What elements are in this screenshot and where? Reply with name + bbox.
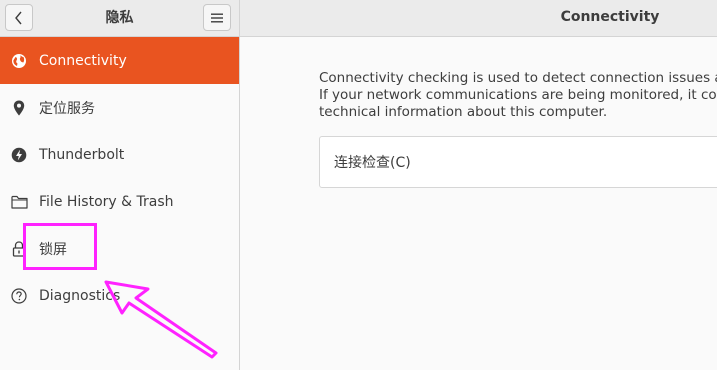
lock-icon [10,240,28,258]
thunderbolt-icon [10,146,28,164]
sidebar-item-label: Thunderbolt [39,146,125,163]
sidebar: Connectivity 定位服务 Thunderbolt File Histo… [0,37,239,370]
folder-icon [10,193,28,211]
sidebar-item-label: 定位服务 [39,100,95,117]
sidebar-header: 隐私 [0,0,239,37]
globe-icon [10,52,28,70]
hamburger-menu-icon [211,13,223,22]
sidebar-item-label: Diagnostics [39,287,121,304]
sidebar-item-label: Connectivity [39,52,127,69]
menu-button[interactable] [203,4,231,31]
chevron-left-icon [15,11,22,24]
question-circle-icon [10,287,28,305]
page-title: Connectivity [560,9,660,25]
description-line: If your network communications are being… [319,87,717,103]
connectivity-check-row[interactable]: 连接检查(C) [319,136,717,188]
connectivity-panel: Connectivity checking is used to detect … [240,37,717,370]
settings-window: 隐私 Connectivity Connectivity 定位服务 Thunde… [0,0,717,370]
sidebar-item-location-services[interactable]: 定位服务 [0,84,239,131]
description-line: technical information about this compute… [319,104,608,120]
sidebar-item-thunderbolt[interactable]: Thunderbolt [0,131,239,178]
back-button[interactable] [5,4,33,31]
sidebar-item-label: 锁屏 [39,241,67,258]
sidebar-item-diagnostics[interactable]: Diagnostics [0,272,239,319]
location-pin-icon [10,99,28,117]
connectivity-description: Connectivity checking is used to detect … [319,70,717,121]
connectivity-check-label: 连接检查(C) [334,155,411,171]
description-line: Connectivity checking is used to detect … [319,70,717,86]
sidebar-item-file-history-trash[interactable]: File History & Trash [0,178,239,225]
sidebar-item-lock-screen[interactable]: 锁屏 [0,225,239,272]
sidebar-item-label: File History & Trash [39,193,174,210]
sidebar-item-connectivity[interactable]: Connectivity [0,37,239,84]
